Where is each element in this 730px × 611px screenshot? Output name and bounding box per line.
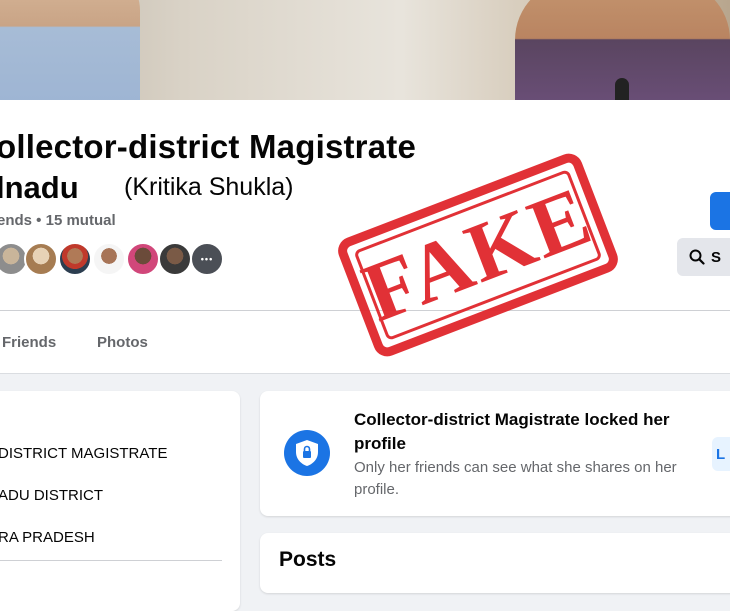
shield-icon	[284, 430, 330, 476]
alternate-name: (Kritika Shukla)	[124, 173, 294, 201]
intro-item-location: ADU DISTRICT	[0, 487, 103, 504]
locked-profile-title: Collector-district Magistrate locked her…	[354, 410, 670, 453]
cover-person-left	[0, 0, 140, 100]
shield-lock-icon	[296, 440, 318, 466]
cover-photo[interactable]	[0, 0, 730, 100]
avatar[interactable]	[126, 242, 160, 276]
tab-friends[interactable]: Friends	[2, 334, 56, 351]
more-friends-glyph: •••	[200, 253, 214, 264]
posts-title: Posts	[279, 548, 337, 571]
add-friend-button[interactable]	[710, 192, 730, 230]
intro-divider	[0, 560, 222, 561]
intro-item-work: DISTRICT MAGISTRATE	[0, 445, 168, 462]
tab-photos[interactable]: Photos	[97, 334, 148, 351]
friends-count[interactable]: ends • 15 mutual	[0, 212, 116, 229]
microphone	[615, 78, 629, 100]
learn-more-button[interactable]: L	[712, 437, 730, 471]
search-button-label: S	[711, 248, 722, 266]
profile-name: ollector-district Magistrate	[0, 128, 417, 165]
avatar[interactable]	[58, 242, 92, 276]
avatar[interactable]	[158, 242, 192, 276]
intro-item-region: RA PRADESH	[0, 529, 95, 546]
search-icon	[689, 249, 705, 265]
more-friends-icon[interactable]: •••	[190, 242, 224, 276]
search-button[interactable]: S	[677, 238, 730, 276]
avatar[interactable]	[24, 242, 58, 276]
profile-name-line2: lnadu	[0, 170, 79, 205]
locked-profile-description: Only her friends can see what she shares…	[354, 459, 677, 498]
avatar[interactable]	[92, 242, 126, 276]
